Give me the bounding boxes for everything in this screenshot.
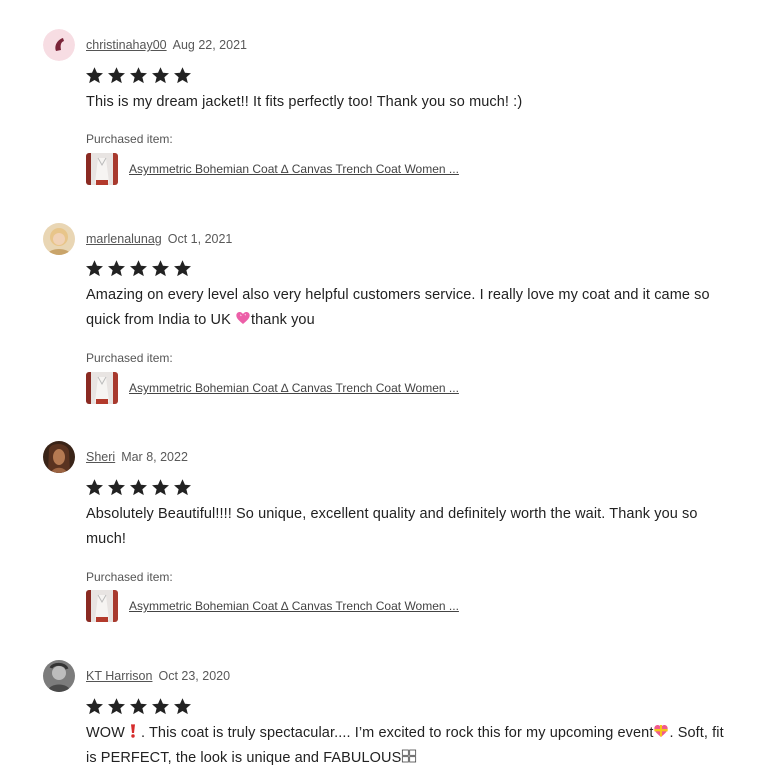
review-meta: Sheri Mar 8, 2022 bbox=[86, 447, 188, 467]
star-icon bbox=[130, 479, 147, 496]
review-text-part: . This coat is truly spectacular.... I’m… bbox=[140, 725, 654, 741]
review-date: Oct 1, 2021 bbox=[167, 232, 233, 246]
purchased-item-link[interactable]: Asymmetric Bohemian Coat ∆ Canvas Trench… bbox=[86, 153, 467, 185]
review-text: Absolutely Beautiful!!!! So unique, exce… bbox=[86, 506, 698, 547]
star-icon bbox=[130, 698, 147, 715]
review-text: This is my dream jacket!! It fits perfec… bbox=[86, 94, 523, 110]
star-icon bbox=[108, 698, 125, 715]
star-icon bbox=[108, 67, 125, 84]
star-icon bbox=[108, 260, 125, 277]
avatar[interactable] bbox=[43, 660, 75, 692]
pink-heart-emoji bbox=[236, 312, 250, 324]
item-thumbnail[interactable] bbox=[86, 590, 118, 622]
star-rating bbox=[85, 259, 192, 279]
purchased-item-link[interactable]: Asymmetric Bohemian Coat ∆ Canvas Trench… bbox=[86, 590, 467, 622]
review-date: Oct 23, 2020 bbox=[158, 669, 231, 683]
star-icon bbox=[130, 260, 147, 277]
star-icon bbox=[152, 479, 169, 496]
purchased-item-label: Purchased item: bbox=[86, 570, 173, 584]
review-date: Aug 22, 2021 bbox=[172, 38, 247, 52]
reviewer-username[interactable]: christinahay00 bbox=[86, 38, 167, 52]
review-text-part: thank you bbox=[250, 312, 315, 328]
review-text-part: WOW bbox=[86, 725, 125, 741]
item-title-link[interactable]: Asymmetric Bohemian Coat ∆ Canvas Trench… bbox=[129, 162, 467, 176]
reviewer-username[interactable]: Sheri bbox=[86, 450, 115, 464]
star-icon bbox=[86, 698, 103, 715]
purchased-item-label: Purchased item: bbox=[86, 132, 173, 146]
unknown-glyph-emoji bbox=[402, 749, 417, 763]
star-icon bbox=[86, 260, 103, 277]
star-rating bbox=[85, 66, 192, 86]
review-text-part: Amazing on every level also very helpful… bbox=[86, 287, 710, 328]
star-icon bbox=[152, 260, 169, 277]
reviews-list: christinahay00 Aug 22, 2021 This is my dr… bbox=[0, 0, 784, 782]
red-exclamation-emoji bbox=[130, 724, 135, 738]
heart-ribbon-emoji bbox=[654, 725, 669, 737]
review-date: Mar 8, 2022 bbox=[121, 450, 188, 464]
star-icon bbox=[152, 698, 169, 715]
review-text: WOW . This coat is truly spectacular.... … bbox=[86, 721, 736, 771]
avatar[interactable] bbox=[43, 441, 75, 473]
item-title-link[interactable]: Asymmetric Bohemian Coat ∆ Canvas Trench… bbox=[129, 381, 467, 395]
star-icon bbox=[174, 698, 191, 715]
reviewer-username[interactable]: KT Harrison bbox=[86, 669, 152, 683]
star-icon bbox=[174, 479, 191, 496]
review-meta: christinahay00 Aug 22, 2021 bbox=[86, 35, 247, 55]
avatar[interactable] bbox=[43, 29, 75, 61]
purchased-item-link[interactable]: Asymmetric Bohemian Coat ∆ Canvas Trench… bbox=[86, 372, 467, 404]
item-thumbnail[interactable] bbox=[86, 372, 118, 404]
review-meta: marlenalunag Oct 1, 2021 bbox=[86, 229, 232, 249]
star-rating bbox=[85, 478, 192, 498]
purchased-item-label: Purchased item: bbox=[86, 351, 173, 365]
item-title-link[interactable]: Asymmetric Bohemian Coat ∆ Canvas Trench… bbox=[129, 599, 467, 613]
star-icon bbox=[152, 67, 169, 84]
review-text: Amazing on every level also very helpful… bbox=[86, 283, 736, 333]
review-meta: KT Harrison Oct 23, 2020 bbox=[86, 666, 230, 686]
star-icon bbox=[174, 260, 191, 277]
star-icon bbox=[174, 67, 191, 84]
reviewer-username[interactable]: marlenalunag bbox=[86, 232, 162, 246]
star-icon bbox=[86, 67, 103, 84]
star-icon bbox=[130, 67, 147, 84]
star-icon bbox=[108, 479, 125, 496]
star-rating bbox=[85, 697, 192, 717]
item-thumbnail[interactable] bbox=[86, 153, 118, 185]
star-icon bbox=[86, 479, 103, 496]
avatar[interactable] bbox=[43, 223, 75, 255]
